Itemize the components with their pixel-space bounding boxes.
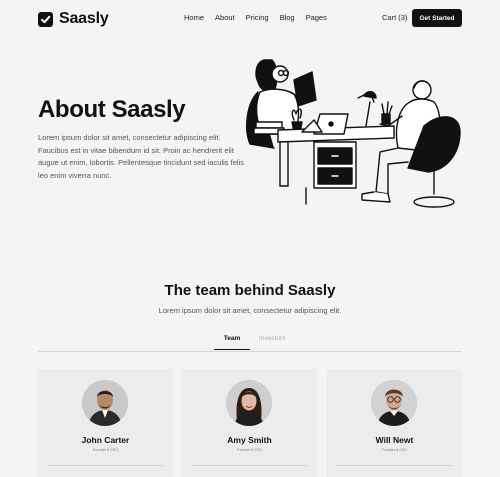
member-name: Amy Smith: [227, 435, 272, 445]
team-card[interactable]: John Carter Founder & CEO: [38, 369, 173, 477]
member-role: Founder & CTO: [237, 448, 262, 452]
brand-logo[interactable]: Saasly: [38, 10, 109, 28]
tab-team[interactable]: Team: [214, 335, 250, 350]
card-divider: [192, 465, 307, 466]
check-logo-icon: [38, 11, 53, 27]
team-card[interactable]: Amy Smith Founder & CTO: [182, 369, 317, 477]
member-role: Founder & CEO: [93, 448, 118, 452]
cart-link[interactable]: Cart (3): [382, 13, 407, 22]
nav-about[interactable]: About: [215, 13, 235, 22]
nav-pages[interactable]: Pages: [306, 13, 327, 22]
team-section-title: The team behind Saasly: [164, 282, 336, 299]
team-section-subtitle: Lorem ipsum dolor sit amet, consectetur …: [158, 306, 342, 315]
member-name: John Carter: [81, 435, 130, 445]
avatar: [371, 380, 417, 426]
nav-home[interactable]: Home: [184, 13, 204, 22]
tab-investors[interactable]: Investors: [259, 335, 285, 342]
team-cards: John Carter Founder & CEO Amy Smith Foun…: [38, 369, 462, 477]
avatar: [226, 380, 272, 426]
site-header: Saasly Home About Pricing Blog Pages Car…: [0, 0, 500, 36]
main-nav: Home About Pricing Blog Pages: [184, 13, 327, 22]
office-illustration: [246, 59, 461, 208]
hero-description: Lorem ipsum dolor sit amet, consectetur …: [38, 133, 244, 180]
member-role: Founder & COO: [381, 448, 408, 452]
team-card[interactable]: Will Newt Founder & COO: [327, 369, 462, 477]
team-tabs: Team Investors: [38, 330, 462, 352]
nav-blog[interactable]: Blog: [280, 13, 295, 22]
brand-name: Saasly: [59, 10, 109, 27]
card-divider: [48, 465, 163, 466]
get-started-button[interactable]: Get Started: [412, 9, 462, 27]
avatar: [82, 380, 128, 426]
card-divider: [337, 465, 452, 466]
member-name: Will Newt: [375, 435, 414, 445]
page-title: About Saasly: [38, 96, 186, 123]
nav-pricing[interactable]: Pricing: [246, 13, 269, 22]
